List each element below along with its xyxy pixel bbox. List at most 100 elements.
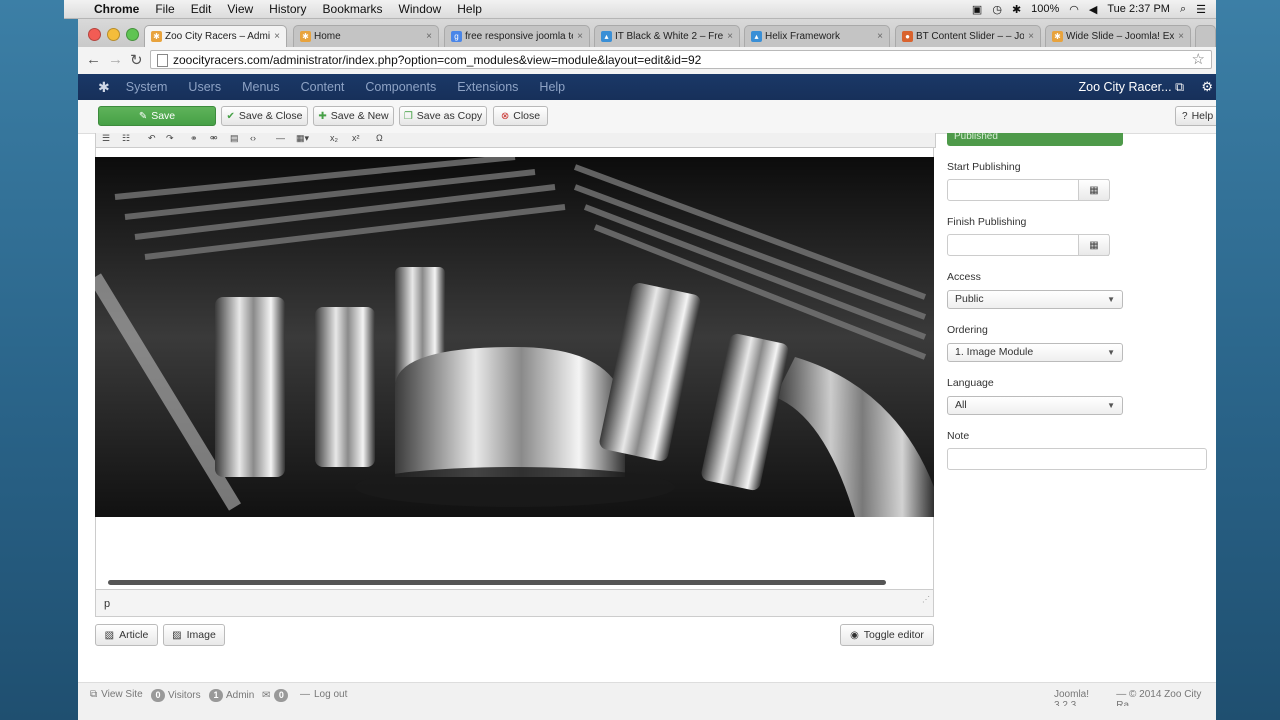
joomla-logo-icon[interactable]: ✱ bbox=[98, 79, 110, 96]
reload-icon[interactable]: ↻ bbox=[130, 51, 143, 69]
nav-extensions[interactable]: Extensions bbox=[457, 80, 518, 94]
nav-users[interactable]: Users bbox=[188, 80, 221, 94]
start-calendar-button[interactable]: ▦ bbox=[1078, 179, 1110, 201]
finish-calendar-button[interactable]: ▦ bbox=[1078, 234, 1110, 256]
insert-image-icon[interactable]: ▤ bbox=[230, 133, 239, 144]
save-copy-button[interactable]: ❐ Save as Copy bbox=[399, 106, 487, 126]
horizontal-rule-icon[interactable]: — bbox=[276, 133, 285, 143]
menu-view[interactable]: View bbox=[227, 2, 253, 16]
menu-edit[interactable]: Edit bbox=[191, 2, 212, 16]
nav-system[interactable]: System bbox=[126, 80, 168, 94]
new-tab-button[interactable] bbox=[1195, 25, 1216, 47]
menu-app-name[interactable]: Chrome bbox=[94, 2, 139, 16]
chevron-down-icon: ▼ bbox=[1107, 295, 1115, 304]
visitors-count: 0 Visitors bbox=[151, 689, 201, 702]
nav-components[interactable]: Components bbox=[365, 80, 436, 94]
code-icon[interactable]: ‹› bbox=[250, 133, 256, 143]
battery-status[interactable]: 100% bbox=[1031, 3, 1059, 15]
volume-icon[interactable]: ◀ bbox=[1089, 3, 1097, 16]
menu-bookmarks[interactable]: Bookmarks bbox=[323, 2, 383, 16]
back-icon[interactable]: ← bbox=[86, 51, 101, 68]
forward-icon[interactable]: → bbox=[108, 51, 123, 68]
save-new-button[interactable]: ✚ Save & New bbox=[313, 106, 394, 126]
close-tab-icon[interactable]: × bbox=[577, 31, 583, 42]
nav-content[interactable]: Content bbox=[301, 80, 345, 94]
close-tab-icon[interactable]: × bbox=[877, 31, 883, 42]
tab-home[interactable]: ✱ Home × bbox=[293, 25, 439, 47]
url-text: zoocityracers.com/administrator/index.ph… bbox=[173, 53, 702, 67]
close-tab-icon[interactable]: × bbox=[1028, 31, 1034, 42]
address-bar[interactable]: zoocityracers.com/administrator/index.ph… bbox=[150, 50, 1212, 69]
menu-history[interactable]: History bbox=[269, 2, 306, 16]
menu-help[interactable]: Help bbox=[457, 2, 482, 16]
help-button[interactable]: ? Help bbox=[1175, 106, 1216, 126]
close-window-icon[interactable] bbox=[88, 28, 101, 41]
picture-icon: ▨ bbox=[172, 629, 182, 641]
numbered-list-icon[interactable]: ☷ bbox=[122, 133, 130, 144]
bookmark-star-icon[interactable]: ☆ bbox=[1192, 50, 1205, 69]
ordering-label: Ordering bbox=[947, 324, 988, 336]
close-tab-icon[interactable]: × bbox=[727, 31, 733, 42]
nav-menus[interactable]: Menus bbox=[242, 80, 280, 94]
tab-it-black-white[interactable]: ▴ IT Black & White 2 – Free × bbox=[594, 25, 740, 47]
notification-center-icon[interactable]: ☰ bbox=[1196, 3, 1206, 16]
bookmark-icon: ▴ bbox=[751, 31, 762, 42]
calendar-icon: ▦ bbox=[1089, 184, 1099, 196]
site-name-link[interactable]: Zoo City Racer... ⧉ bbox=[1078, 80, 1184, 95]
ordering-select[interactable]: 1. Image Module ▼ bbox=[947, 343, 1123, 362]
undo-icon[interactable]: ↶ bbox=[148, 133, 156, 144]
menu-file[interactable]: File bbox=[155, 2, 174, 16]
close-button[interactable]: ⊗ Close bbox=[493, 106, 548, 126]
image-button[interactable]: ▨ Image bbox=[163, 624, 225, 646]
save-close-button[interactable]: ✔ Save & Close bbox=[221, 106, 308, 126]
view-site-link[interactable]: ⧉ View Site bbox=[90, 689, 143, 700]
special-char-icon[interactable]: Ω bbox=[376, 133, 383, 143]
joomla-admin-nav: ✱ System Users Menus Content Components … bbox=[78, 74, 1216, 100]
joomla-icon: ✱ bbox=[300, 31, 311, 42]
spotlight-icon[interactable]: ⌕ bbox=[1180, 3, 1186, 16]
subscript-icon[interactable]: x₂ bbox=[330, 133, 338, 143]
resize-grip-icon[interactable]: ⋰ bbox=[922, 586, 930, 614]
edit-icon: ✎ bbox=[138, 110, 148, 122]
tab-bt-content-slider[interactable]: ● BT Content Slider – – Joo × bbox=[895, 25, 1041, 47]
screen-record-icon[interactable]: ▣ bbox=[972, 3, 982, 16]
check-icon: ✔ bbox=[226, 110, 235, 122]
save-button[interactable]: ✎ Save bbox=[98, 106, 216, 126]
unlink-icon[interactable]: ⚮ bbox=[210, 133, 218, 144]
close-tab-icon[interactable]: × bbox=[426, 31, 432, 42]
link-icon[interactable]: ⚭ bbox=[190, 133, 198, 144]
access-select[interactable]: Public ▼ bbox=[947, 290, 1123, 309]
tab-strip: ✱ Zoo City Racers – Admin × ✱ Home × g fre… bbox=[78, 19, 1216, 47]
bluetooth-icon[interactable]: ✱ bbox=[1012, 3, 1021, 16]
wifi-icon[interactable]: ◠ bbox=[1069, 3, 1079, 16]
time-machine-icon[interactable]: ◷ bbox=[992, 3, 1002, 16]
messages-count[interactable]: ✉ 0 bbox=[262, 689, 291, 702]
google-icon: g bbox=[451, 31, 462, 42]
logout-link[interactable]: — Log out bbox=[300, 689, 347, 700]
minimize-window-icon[interactable] bbox=[107, 28, 120, 41]
tab-helix-framework[interactable]: ▴ Helix Framework × bbox=[744, 25, 890, 47]
tab-google-search[interactable]: g free responsive joomla te × bbox=[444, 25, 590, 47]
toggle-editor-button[interactable]: ◉ Toggle editor bbox=[840, 624, 934, 646]
status-published-select[interactable]: Published bbox=[947, 133, 1123, 146]
menu-window[interactable]: Window bbox=[399, 2, 442, 16]
bullet-list-icon[interactable]: ☰ bbox=[102, 133, 110, 144]
tab-zoo-city-admin[interactable]: ✱ Zoo City Racers – Admin × bbox=[144, 25, 287, 47]
engine-image bbox=[95, 157, 934, 517]
note-input[interactable] bbox=[947, 448, 1207, 470]
article-button[interactable]: ▧ Article bbox=[95, 624, 158, 646]
redo-icon[interactable]: ↷ bbox=[166, 133, 174, 144]
close-tab-icon[interactable]: × bbox=[274, 31, 280, 42]
language-select[interactable]: All ▼ bbox=[947, 396, 1123, 415]
note-label: Note bbox=[947, 430, 970, 442]
gear-icon[interactable]: ⚙ bbox=[1201, 79, 1213, 95]
nav-help[interactable]: Help bbox=[539, 80, 565, 94]
clock[interactable]: Tue 2:37 PM bbox=[1107, 3, 1170, 15]
tab-wide-slide[interactable]: ✱ Wide Slide – Joomla! Exte × bbox=[1045, 25, 1191, 47]
mac-menu-bar: Chrome File Edit View History Bookmarks … bbox=[64, 0, 1216, 19]
close-tab-icon[interactable]: × bbox=[1178, 31, 1184, 42]
superscript-icon[interactable]: x² bbox=[352, 133, 360, 143]
zoom-window-icon[interactable] bbox=[126, 28, 139, 41]
table-icon[interactable]: ▦▾ bbox=[296, 133, 309, 144]
horizontal-scrollbar[interactable] bbox=[108, 580, 886, 585]
